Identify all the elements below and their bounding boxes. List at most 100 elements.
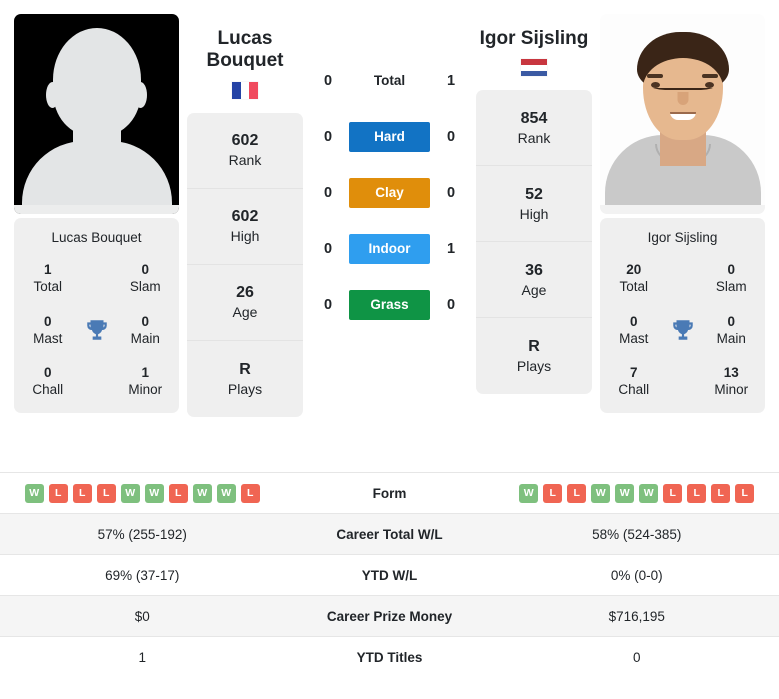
label: Chall bbox=[32, 382, 64, 398]
form-badge-w[interactable]: W bbox=[639, 483, 659, 503]
label: High bbox=[519, 205, 549, 222]
left-career-prize-money: $0 bbox=[134, 608, 150, 624]
left-career-total-wl: 57% (255-192) bbox=[97, 526, 187, 542]
form-badge-l[interactable]: L bbox=[567, 483, 587, 503]
h2h-right-score: 0 bbox=[446, 129, 456, 145]
right-career-prize-money: $716,195 bbox=[608, 608, 665, 624]
left-player-name[interactable]: Lucas Bouquet bbox=[187, 28, 303, 73]
h2h-left-score: 0 bbox=[323, 73, 333, 89]
left-player-info: Lucas Bouquet 602 Rank 602 High 26 Age R… bbox=[187, 14, 303, 417]
right-player-photo[interactable] bbox=[600, 14, 765, 214]
label: Rank bbox=[517, 129, 551, 146]
table-row-form: WLLLWWLWWL Form WLLWWWLLLL bbox=[0, 472, 779, 513]
left-trophy-icon bbox=[74, 317, 120, 343]
right-stat-rank: 854 Rank bbox=[476, 90, 592, 167]
name-line-1: Igor Sijsling bbox=[479, 28, 589, 49]
form-badge-l[interactable]: L bbox=[711, 483, 731, 503]
left-country-flag-icon bbox=[232, 81, 259, 99]
right-title-mast: 0 Mast bbox=[608, 313, 660, 348]
left-titles-grid: 1 Total 0 Slam 0 Mast 0 Main 0 Chall 1 M… bbox=[22, 261, 171, 399]
value: 602 bbox=[231, 132, 259, 150]
form-badge-l[interactable]: L bbox=[168, 483, 188, 503]
h2h-left-score: 0 bbox=[323, 185, 333, 201]
right-ytd-wl: 0% (0-0) bbox=[610, 567, 663, 583]
label: Rank bbox=[228, 152, 262, 169]
value: 0 bbox=[43, 365, 52, 381]
label: Slam bbox=[715, 279, 747, 295]
form-badge-l[interactable]: L bbox=[240, 483, 260, 503]
left-player-photo[interactable] bbox=[14, 14, 179, 214]
row-label-form: Form bbox=[372, 485, 407, 501]
right-player-name[interactable]: Igor Sijsling bbox=[476, 28, 592, 50]
form-badge-w[interactable]: W bbox=[591, 483, 611, 503]
form-badge-w[interactable]: W bbox=[519, 483, 539, 503]
comparison-table: WLLLWWLWWL Form WLLWWWLLLL 57% (255-192)… bbox=[0, 472, 779, 677]
label: Main bbox=[130, 330, 160, 346]
form-badge-l[interactable]: L bbox=[543, 483, 563, 503]
right-player-heading: Igor Sijsling bbox=[476, 14, 592, 77]
table-row-career-prize-money: $0 Career Prize Money $716,195 bbox=[0, 595, 779, 636]
value: 52 bbox=[525, 185, 543, 203]
name-line-1: Lucas bbox=[217, 28, 273, 49]
label: Plays bbox=[227, 380, 263, 397]
value: 0 bbox=[629, 313, 638, 329]
form-badge-w[interactable]: W bbox=[24, 483, 44, 503]
right-title-minor: 13 Minor bbox=[706, 364, 758, 399]
h2h-row-clay: 0 Clay 0 bbox=[311, 178, 468, 208]
left-title-total: 1 Total bbox=[22, 261, 74, 296]
right-player-panel: Igor Sijsling 20 Total 0 Slam 0 Mast 0 M… bbox=[600, 14, 765, 413]
value: 1 bbox=[141, 365, 149, 381]
value: R bbox=[239, 360, 251, 378]
left-player-name-caption: Lucas Bouquet bbox=[51, 230, 142, 245]
h2h-label-indoor[interactable]: Indoor bbox=[349, 234, 430, 264]
h2h-left-score: 0 bbox=[323, 241, 333, 257]
form-badge-w[interactable]: W bbox=[192, 483, 212, 503]
h2h-label-grass[interactable]: Grass bbox=[349, 290, 430, 320]
h2h-right-score: 0 bbox=[446, 185, 456, 201]
h2h-row-indoor: 0 Indoor 1 bbox=[311, 234, 468, 264]
label: Slam bbox=[129, 279, 161, 295]
right-form-strip: WLLWWWLLLL bbox=[495, 483, 779, 503]
value: 0 bbox=[727, 262, 735, 277]
right-stat-age: 36 Age bbox=[476, 242, 592, 319]
form-badge-l[interactable]: L bbox=[663, 483, 683, 503]
label: Minor bbox=[128, 382, 163, 398]
row-label-ytd-wl: YTD W/L bbox=[361, 567, 418, 583]
right-ytd-titles: 0 bbox=[632, 649, 641, 665]
comparison-header: Lucas Bouquet 1 Total 0 Slam 0 Mast 0 Ma… bbox=[0, 0, 779, 472]
right-titles-card: Igor Sijsling 20 Total 0 Slam 0 Mast 0 M… bbox=[600, 218, 765, 413]
right-title-slam: 0 Slam bbox=[706, 261, 758, 296]
left-title-chall: 0 Chall bbox=[22, 364, 74, 399]
label: Age bbox=[521, 281, 547, 298]
form-badge-w[interactable]: W bbox=[615, 483, 635, 503]
head-to-head-column: 0 Total 1 0 Hard 0 0 Clay 0 0 Indoor 1 0 bbox=[311, 14, 468, 320]
value: 36 bbox=[525, 261, 543, 279]
h2h-label-hard[interactable]: Hard bbox=[349, 122, 430, 152]
table-row-ytd-titles: 1 YTD Titles 0 bbox=[0, 636, 779, 677]
form-badge-w[interactable]: W bbox=[216, 483, 236, 503]
right-player-info: Igor Sijsling 854 Rank 52 High 36 Age R … bbox=[476, 14, 592, 395]
label: Total bbox=[619, 279, 649, 295]
h2h-label-clay[interactable]: Clay bbox=[349, 178, 430, 208]
label: Chall bbox=[618, 382, 650, 398]
value: 0 bbox=[141, 313, 149, 329]
right-player-name-caption: Igor Sijsling bbox=[647, 230, 718, 245]
form-badge-l[interactable]: L bbox=[687, 483, 707, 503]
left-titles-card: Lucas Bouquet 1 Total 0 Slam 0 Mast 0 Ma… bbox=[14, 218, 179, 413]
left-stat-stack: 602 Rank 602 High 26 Age R Plays bbox=[187, 112, 303, 417]
label: Age bbox=[232, 304, 258, 321]
left-stat-plays: R Plays bbox=[187, 341, 303, 417]
right-title-total: 20 Total bbox=[608, 261, 660, 296]
value: 0 bbox=[43, 313, 52, 329]
form-badge-l[interactable]: L bbox=[735, 483, 755, 503]
value: 0 bbox=[141, 262, 149, 277]
h2h-right-score: 1 bbox=[446, 73, 456, 89]
form-badge-l[interactable]: L bbox=[72, 483, 92, 503]
h2h-left-score: 0 bbox=[323, 297, 333, 313]
form-badge-l[interactable]: L bbox=[96, 483, 116, 503]
form-badge-l[interactable]: L bbox=[48, 483, 68, 503]
form-badge-w[interactable]: W bbox=[144, 483, 164, 503]
value: 13 bbox=[723, 365, 739, 381]
form-badge-w[interactable]: W bbox=[120, 483, 140, 503]
right-country-flag-icon bbox=[521, 59, 547, 77]
